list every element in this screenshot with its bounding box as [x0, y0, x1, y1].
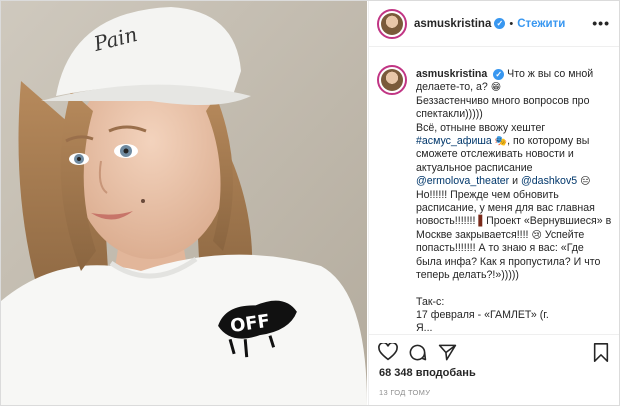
- caption-username[interactable]: asmuskristina: [416, 68, 487, 80]
- share-icon[interactable]: [438, 343, 457, 367]
- expressionless-emoji-icon: 😑: [580, 176, 591, 188]
- bookmark-icon[interactable]: [593, 343, 609, 367]
- caption-text: asmuskristina ✓ Что ж вы со мной делаете…: [416, 68, 612, 331]
- verified-icon: ✓: [494, 18, 506, 29]
- post-photo-image: Pain OFF: [1, 1, 367, 405]
- mention-link-dashkov[interactable]: @dashkov5: [521, 175, 577, 187]
- caption-and: и: [512, 175, 519, 188]
- header-separator: •: [509, 17, 514, 30]
- caption-avatar[interactable]: [377, 65, 407, 95]
- caption-line5: Так-с:: [416, 295, 445, 308]
- caption-line6: 17 февраля - «ГАМЛЕТ» (г.: [416, 308, 549, 321]
- post-photo[interactable]: Pain OFF: [1, 1, 367, 405]
- caption-line7: Я...: [416, 322, 433, 331]
- hashtag-link[interactable]: #асмус_афиша: [416, 135, 492, 147]
- crying-emoji-icon: 😢: [531, 229, 542, 241]
- theater-masks-emoji-icon: 🎭: [494, 136, 508, 148]
- header-username[interactable]: asmuskristina: [414, 18, 491, 30]
- caption-line2: Беззастенчиво много вопросов про спектак…: [416, 94, 590, 121]
- heart-icon[interactable]: [378, 341, 398, 366]
- mention-link-ermolova[interactable]: @ermolova_theater: [416, 175, 509, 187]
- red-bar-emoji-icon: ▌: [478, 216, 487, 228]
- caption-area: asmuskristina ✓ Что ж вы со мной делаете…: [369, 57, 619, 331]
- post-header: asmuskristina ✓ • Стежити •••: [369, 1, 619, 47]
- follow-button[interactable]: Стежити: [517, 18, 565, 30]
- post-timestamp[interactable]: 13 ГОД ТОМУ: [379, 388, 430, 397]
- avatar[interactable]: [377, 8, 407, 39]
- caption-verified-icon: ✓: [493, 69, 505, 80]
- instagram-post: Pain OFF asmuskristina ✓ • Стежити ••• a…: [0, 0, 620, 406]
- comment-icon[interactable]: [408, 343, 427, 367]
- post-actions: [369, 334, 619, 368]
- grin-emoji-icon: 😁: [490, 82, 502, 94]
- caption-line3a: Всё, отныне ввожу хештег: [416, 121, 546, 134]
- post-side-panel: asmuskristina ✓ • Стежити ••• asmuskrist…: [368, 1, 619, 405]
- likes-count[interactable]: 68 348 вподобань: [379, 367, 476, 379]
- more-icon[interactable]: •••: [592, 15, 610, 31]
